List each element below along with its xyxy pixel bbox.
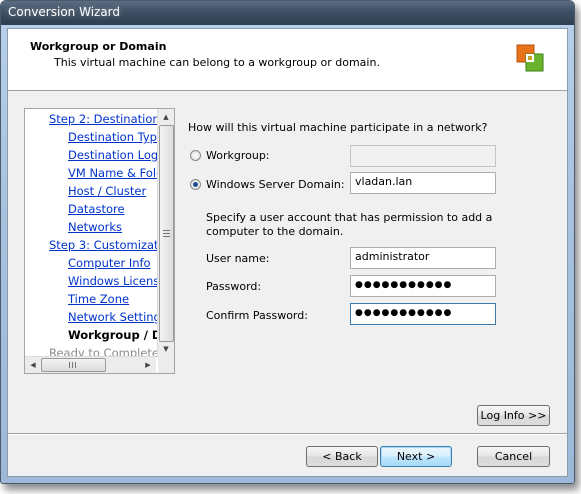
scroll-down-arrow-icon[interactable]: ▼ [158,341,174,357]
vertical-scroll-thumb[interactable] [159,125,174,342]
nav-destination-login[interactable]: Destination Login [68,148,169,162]
account-prompt-line2: computer to the domain. [206,225,344,238]
password-input[interactable]: ●●●●●●●●●●● [350,275,496,297]
wizard-header: Workgroup or Domain This virtual machine… [8,29,567,91]
password-label: Password: [206,280,262,293]
next-button[interactable]: Next > [380,446,452,467]
footer-divider [8,433,567,435]
nav-network-settings[interactable]: Network Settings [68,310,167,324]
wizard-steps-list: Step 2: Destination Destination Type Des… [24,108,175,374]
confirm-password-label: Confirm Password: [206,309,308,322]
grip-line [72,362,73,368]
nav-host-cluster[interactable]: Host / Cluster [68,184,146,198]
workgroup-label[interactable]: Workgroup: [206,149,270,162]
window-title: Conversion Wizard [8,5,121,19]
log-info-button[interactable]: Log Info >> [477,405,550,426]
scroll-up-arrow-icon[interactable]: ▲ [158,109,174,125]
conversion-wizard-window: Conversion Wizard Workgroup or Domain Th… [0,0,575,484]
workgroup-input[interactable] [350,145,496,167]
domain-radio[interactable] [190,179,201,190]
scroll-right-arrow-icon[interactable]: ▶ [140,357,156,373]
grip-line [163,230,170,231]
scrollbar-corner [158,357,174,373]
account-prompt-line1: Specify a user account that has permissi… [206,211,493,224]
page-title: Workgroup or Domain [30,40,167,53]
grip-line [75,362,76,368]
page-subtitle: This virtual machine can belong to a wor… [54,56,380,69]
nav-step-destination[interactable]: Step 2: Destination [49,112,160,126]
workgroup-radio[interactable] [190,150,201,161]
nav-windows-license[interactable]: Windows License [68,274,166,288]
scroll-left-arrow-icon[interactable]: ◀ [25,357,41,373]
wizard-client-area: Workgroup or Domain This virtual machine… [7,28,568,477]
nav-vertical-scrollbar[interactable]: ▲ ▼ [157,109,174,357]
grip-line [69,362,70,368]
confirm-password-input[interactable]: ●●●●●●●●●●● [350,303,496,325]
domain-input[interactable]: vladan.lan [350,172,496,194]
username-label: User name: [206,252,270,265]
back-button[interactable]: < Back [306,446,378,467]
nav-datastore[interactable]: Datastore [68,202,125,216]
nav-destination-type[interactable]: Destination Type [68,130,164,144]
nav-networks[interactable]: Networks [68,220,122,234]
vmware-converter-icon [516,44,544,72]
username-input[interactable]: administrator [350,247,496,269]
radio-selected-dot [193,182,198,187]
title-bar[interactable]: Conversion Wizard [1,1,574,25]
grip-line [163,233,170,234]
nav-time-zone[interactable]: Time Zone [68,292,129,306]
nav-computer-info[interactable]: Computer Info [68,256,151,270]
domain-label[interactable]: Windows Server Domain: [206,178,345,191]
grip-line [163,236,170,237]
nav-horizontal-scrollbar[interactable]: ◀ ▶ [25,356,156,373]
network-question: How will this virtual machine participat… [188,121,488,134]
cancel-button[interactable]: Cancel [477,446,550,467]
horizontal-scroll-thumb[interactable] [41,358,106,372]
